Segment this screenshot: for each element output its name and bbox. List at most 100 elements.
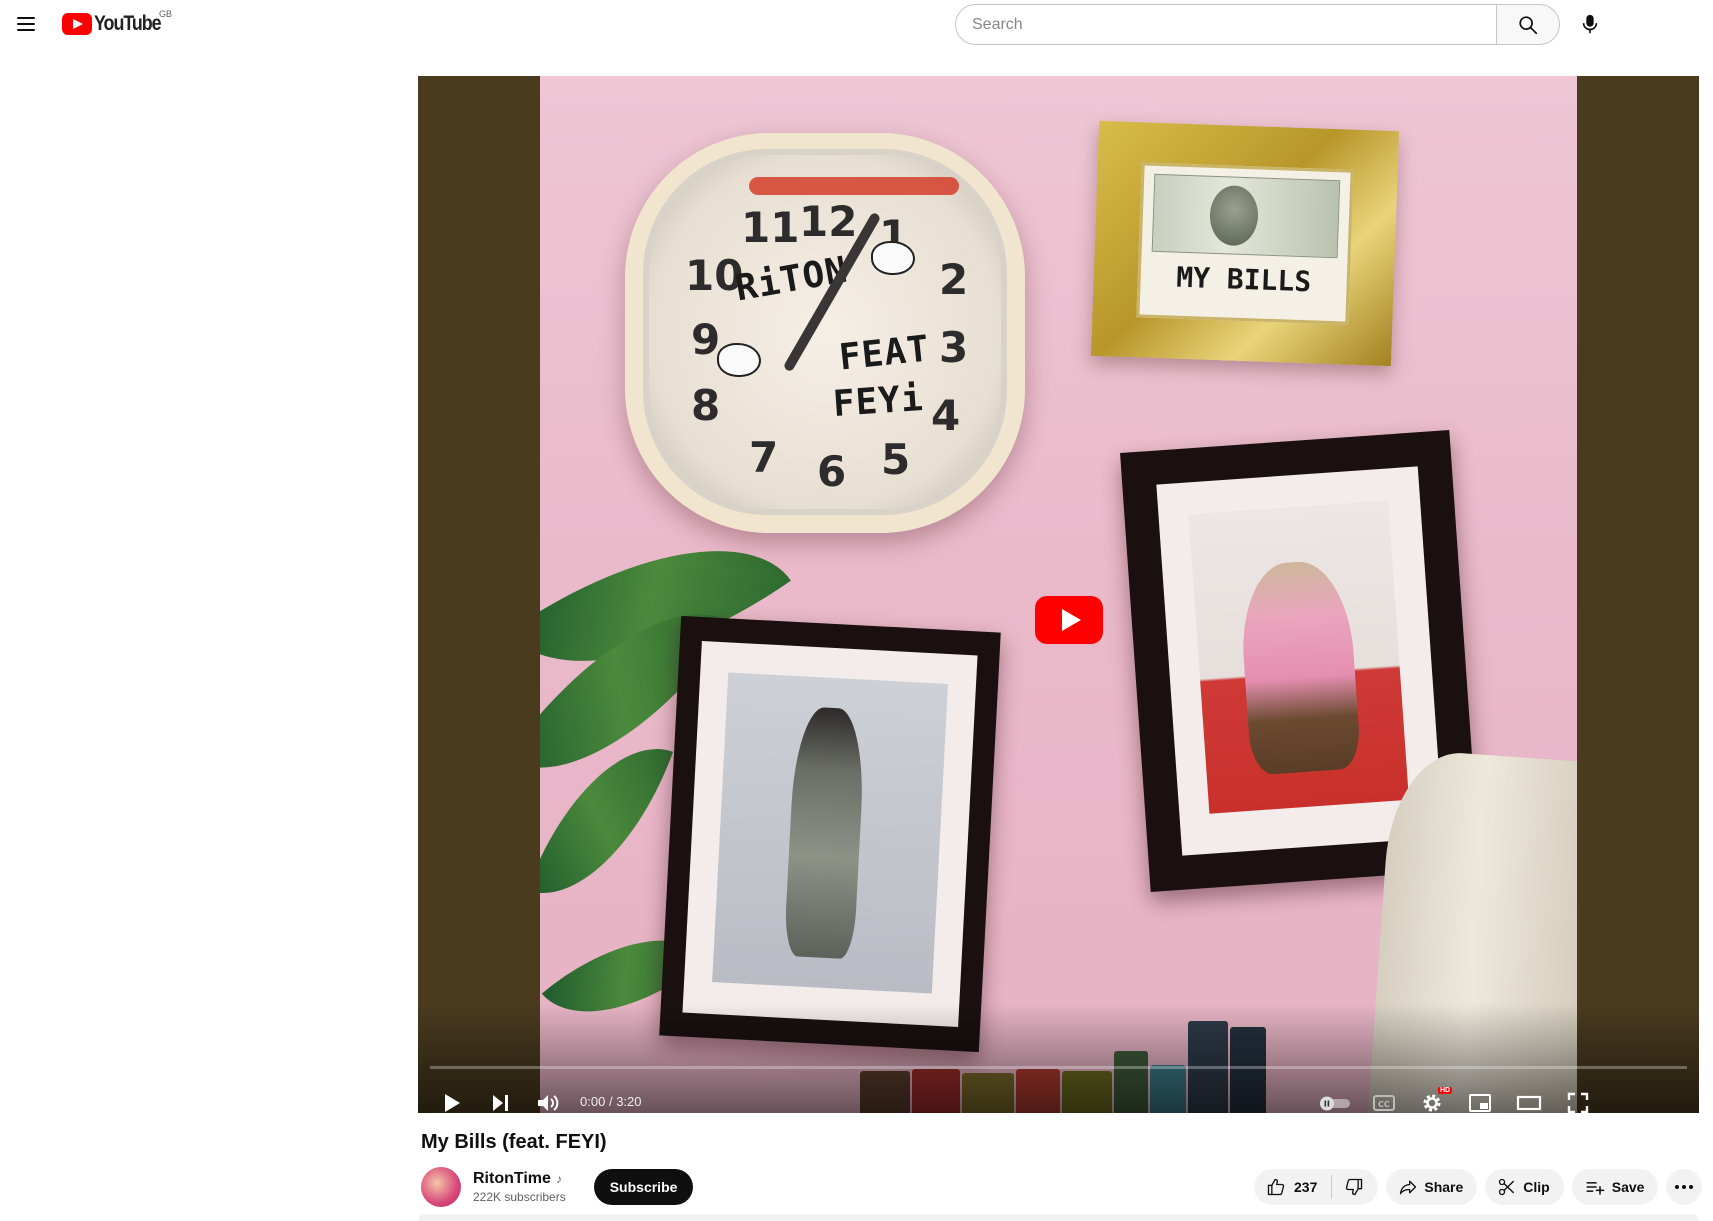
clock-number: 6: [817, 447, 847, 496]
youtube-play-icon: [62, 13, 92, 35]
photo-riton: [1188, 500, 1409, 814]
autoplay-toggle[interactable]: [1313, 1085, 1357, 1113]
frame-caption: MY BILLS: [1175, 260, 1312, 299]
search-input[interactable]: [955, 4, 1496, 45]
svg-text:CC: CC: [1378, 1100, 1390, 1109]
skip-next-icon: [493, 1095, 508, 1111]
thumbs-down-icon: [1346, 1178, 1363, 1196]
subscriber-count: 222K subscribers: [473, 1190, 566, 1204]
share-button[interactable]: Share: [1386, 1169, 1478, 1205]
settings-button[interactable]: HD: [1412, 1085, 1453, 1113]
fullscreen-button[interactable]: [1558, 1085, 1598, 1113]
clock-number: 2: [939, 255, 969, 304]
music-note-icon: ♪: [555, 1172, 562, 1186]
clock-number: 7: [749, 433, 779, 482]
miniplayer-icon: [1469, 1094, 1491, 1112]
region-code: GB: [159, 9, 173, 19]
person-figure: [783, 706, 867, 960]
clock-number: 3: [939, 323, 969, 372]
more-horizontal-icon: [1675, 1185, 1694, 1189]
channel-name: RitonTime: [473, 1170, 551, 1187]
hamburger-icon-bar: [17, 29, 35, 31]
save-to-playlist-icon: [1586, 1182, 1604, 1195]
time-current: 0:00: [580, 1094, 606, 1109]
masthead: YouTube GB: [0, 0, 1713, 48]
play-button[interactable]: [432, 1085, 472, 1113]
description-panel[interactable]: [418, 1214, 1699, 1221]
portrait-icon: [1208, 184, 1259, 247]
gold-picture-frame: MY BILLS: [1090, 120, 1400, 367]
large-play-button[interactable]: [1035, 596, 1103, 644]
channel-avatar[interactable]: [421, 1167, 461, 1207]
voice-search-button[interactable]: [1570, 4, 1610, 44]
microphone-icon: [1582, 14, 1598, 34]
gear-icon: [1423, 1094, 1441, 1112]
like-button[interactable]: 237: [1254, 1169, 1331, 1205]
search-icon: [1519, 15, 1538, 34]
hamburger-icon-bar: [17, 23, 35, 25]
clip-label: Clip: [1523, 1179, 1550, 1195]
search-box: [955, 4, 1560, 45]
clock-face: 11 12 1 2 3 4 5 6 7 8 9 10 RiTON FEAT FE…: [643, 149, 1007, 515]
time-display: 0:00 / 3:20: [580, 1094, 642, 1109]
like-dislike-group: 237: [1254, 1169, 1379, 1205]
theater-mode-button[interactable]: [1508, 1085, 1550, 1113]
clock-number: 5: [881, 435, 911, 484]
guide-menu-button[interactable]: [14, 12, 38, 36]
clock-glove-icon: [871, 241, 915, 275]
subscribe-button[interactable]: Subscribe: [593, 1169, 694, 1205]
video-thumbnail-artwork: 11 12 1 2 3 4 5 6 7 8 9 10 RiTON FEAT FE…: [540, 76, 1577, 1113]
hamburger-icon-bar: [17, 17, 35, 19]
autoplay-toggle-icon: [1320, 1096, 1350, 1111]
frame-mat: [682, 641, 978, 1027]
clock-number: 8: [691, 381, 721, 430]
frame-mat: MY BILLS: [1136, 162, 1354, 325]
video-owner: RitonTime ♪ 222K subscribers Subscribe: [421, 1165, 694, 1209]
person-figure: [1237, 558, 1362, 776]
video-title: My Bills (feat. FEYI): [421, 1131, 607, 1153]
time-total: 3:20: [616, 1094, 642, 1109]
mute-button[interactable]: [528, 1085, 568, 1113]
channel-info: RitonTime ♪ 222K subscribers: [473, 1170, 566, 1204]
dislike-button[interactable]: [1332, 1169, 1378, 1205]
next-button[interactable]: [480, 1085, 520, 1113]
clock-number: 12: [799, 197, 858, 246]
black-picture-frame-left: [659, 615, 1001, 1053]
dollar-bill-image: [1151, 173, 1341, 259]
progress-bar[interactable]: [430, 1066, 1687, 1069]
wall-clock: 11 12 1 2 3 4 5 6 7 8 9 10 RiTON FEAT FE…: [625, 133, 1025, 533]
time-separator: /: [608, 1094, 613, 1109]
play-icon: [445, 1094, 460, 1112]
theater-mode-icon: [1516, 1095, 1542, 1111]
clock-red-band: [749, 177, 959, 195]
channel-name-link[interactable]: RitonTime ♪: [473, 1170, 566, 1188]
logo-text: YouTube: [94, 12, 162, 35]
clip-button[interactable]: Clip: [1485, 1169, 1564, 1205]
photo-feyi: [712, 672, 949, 994]
clock-featured-text: FEYi: [831, 377, 926, 426]
video-actions: 237 Share Clip Save: [1254, 1169, 1703, 1205]
thumbs-up-icon: [1267, 1178, 1285, 1196]
scissors-icon: [1499, 1178, 1515, 1196]
search-button[interactable]: [1496, 4, 1560, 45]
frame-mat: [1156, 466, 1444, 856]
volume-icon: [538, 1095, 559, 1111]
clock-number: 4: [931, 391, 961, 440]
fullscreen-icon: [1567, 1092, 1589, 1113]
save-button[interactable]: Save: [1571, 1169, 1659, 1205]
clock-glove-icon: [717, 343, 761, 377]
closed-captions-icon: CC: [1373, 1095, 1395, 1111]
clock-feat-text: FEAT: [837, 328, 932, 379]
miniplayer-button[interactable]: [1460, 1085, 1500, 1113]
clock-number: 9: [691, 315, 721, 364]
youtube-logo[interactable]: YouTube: [62, 12, 172, 36]
share-label: Share: [1424, 1179, 1464, 1195]
like-count: 237: [1294, 1179, 1318, 1195]
clock-number: 11: [741, 203, 800, 252]
captions-button[interactable]: CC: [1364, 1085, 1404, 1113]
save-label: Save: [1611, 1179, 1645, 1195]
video-player[interactable]: 11 12 1 2 3 4 5 6 7 8 9 10 RiTON FEAT FE…: [418, 76, 1699, 1113]
more-actions-button[interactable]: [1666, 1169, 1703, 1205]
hd-badge: HD: [1438, 1087, 1453, 1094]
share-icon: [1400, 1180, 1417, 1195]
